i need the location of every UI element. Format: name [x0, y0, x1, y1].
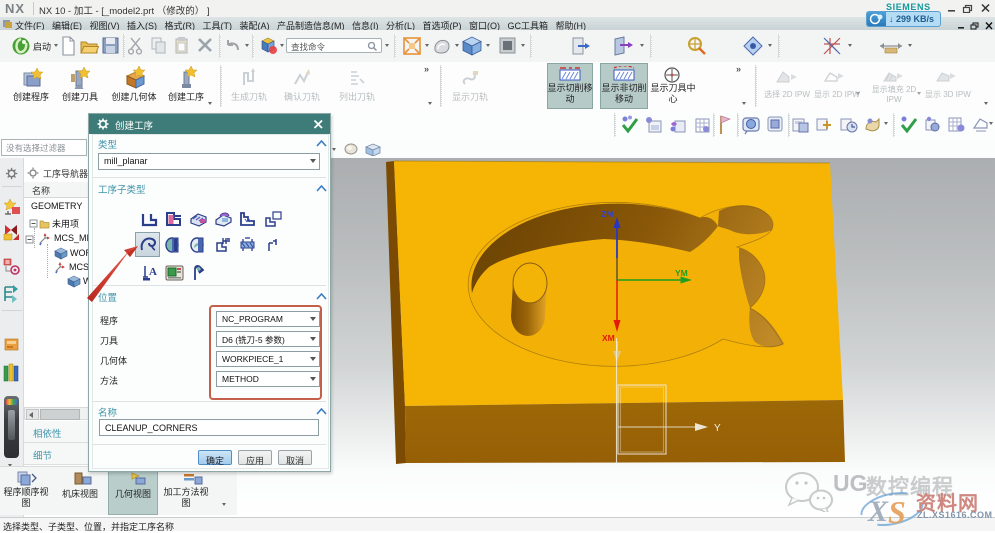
svg-text:YM: YM	[675, 268, 688, 278]
svg-text:X: X	[867, 495, 889, 528]
svg-text:Y: Y	[714, 423, 721, 434]
svg-text:S: S	[888, 494, 906, 530]
svg-text:XM: XM	[602, 333, 615, 343]
svg-text:ZM: ZM	[601, 209, 613, 219]
svg-text:A: A	[149, 266, 157, 278]
